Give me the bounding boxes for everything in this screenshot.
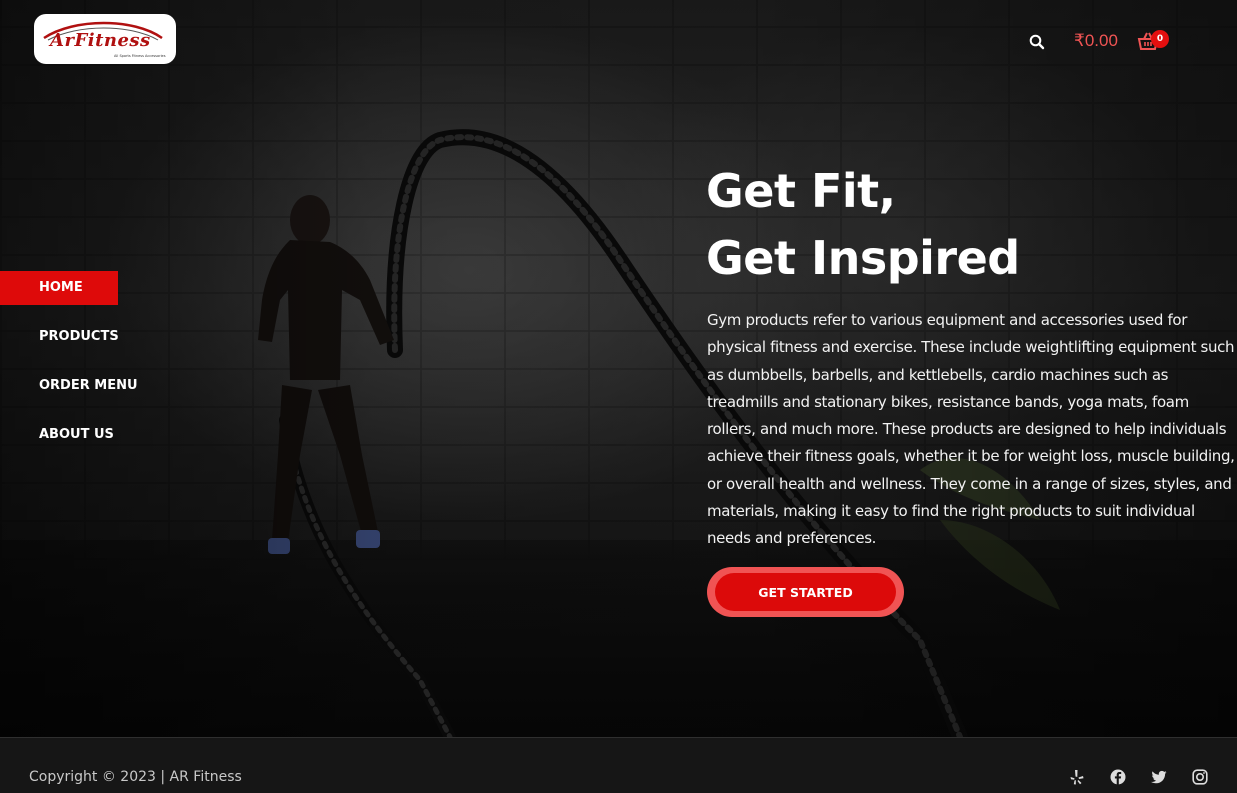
account-icon[interactable] <box>1185 33 1203 51</box>
nav-item-order-menu[interactable]: ORDER MENU <box>0 369 138 403</box>
cta-button-outline: GET STARTED <box>707 567 904 617</box>
cart-count-badge: 0 <box>1151 30 1169 48</box>
twitter-icon[interactable] <box>1151 769 1167 785</box>
facebook-icon[interactable] <box>1110 769 1126 785</box>
cart-total[interactable]: ₹0.00 <box>1074 31 1118 51</box>
instagram-icon[interactable] <box>1192 769 1208 785</box>
yelp-icon[interactable] <box>1069 769 1085 785</box>
hero-title-line-1: Get Fit, <box>706 164 896 218</box>
hero-title: Get Fit, Get Inspired <box>706 158 1226 292</box>
nav-item-home[interactable]: HOME <box>0 271 118 305</box>
hero-description: Gym products refer to various equipment … <box>707 311 1235 548</box>
page: ArFitness All Sports Fitness Accessories… <box>0 0 1237 793</box>
get-started-button[interactable]: GET STARTED <box>715 573 896 611</box>
footer: Copyright © 2023 | AR Fitness <box>0 737 1237 793</box>
logo-wordmark: ArFitness <box>50 30 151 51</box>
side-navigation: HOME PRODUCTS ORDER MENU ABOUT US <box>0 271 180 467</box>
search-icon[interactable] <box>1028 33 1046 51</box>
hero-title-line-2: Get Inspired <box>706 231 1020 285</box>
brand-logo[interactable]: ArFitness All Sports Fitness Accessories <box>34 14 176 64</box>
copyright-text: Copyright © 2023 | AR Fitness <box>29 769 242 785</box>
logo-tagline: All Sports Fitness Accessories <box>114 54 166 58</box>
nav-item-about-us[interactable]: ABOUT US <box>0 418 118 452</box>
nav-item-products[interactable]: PRODUCTS <box>0 320 119 354</box>
